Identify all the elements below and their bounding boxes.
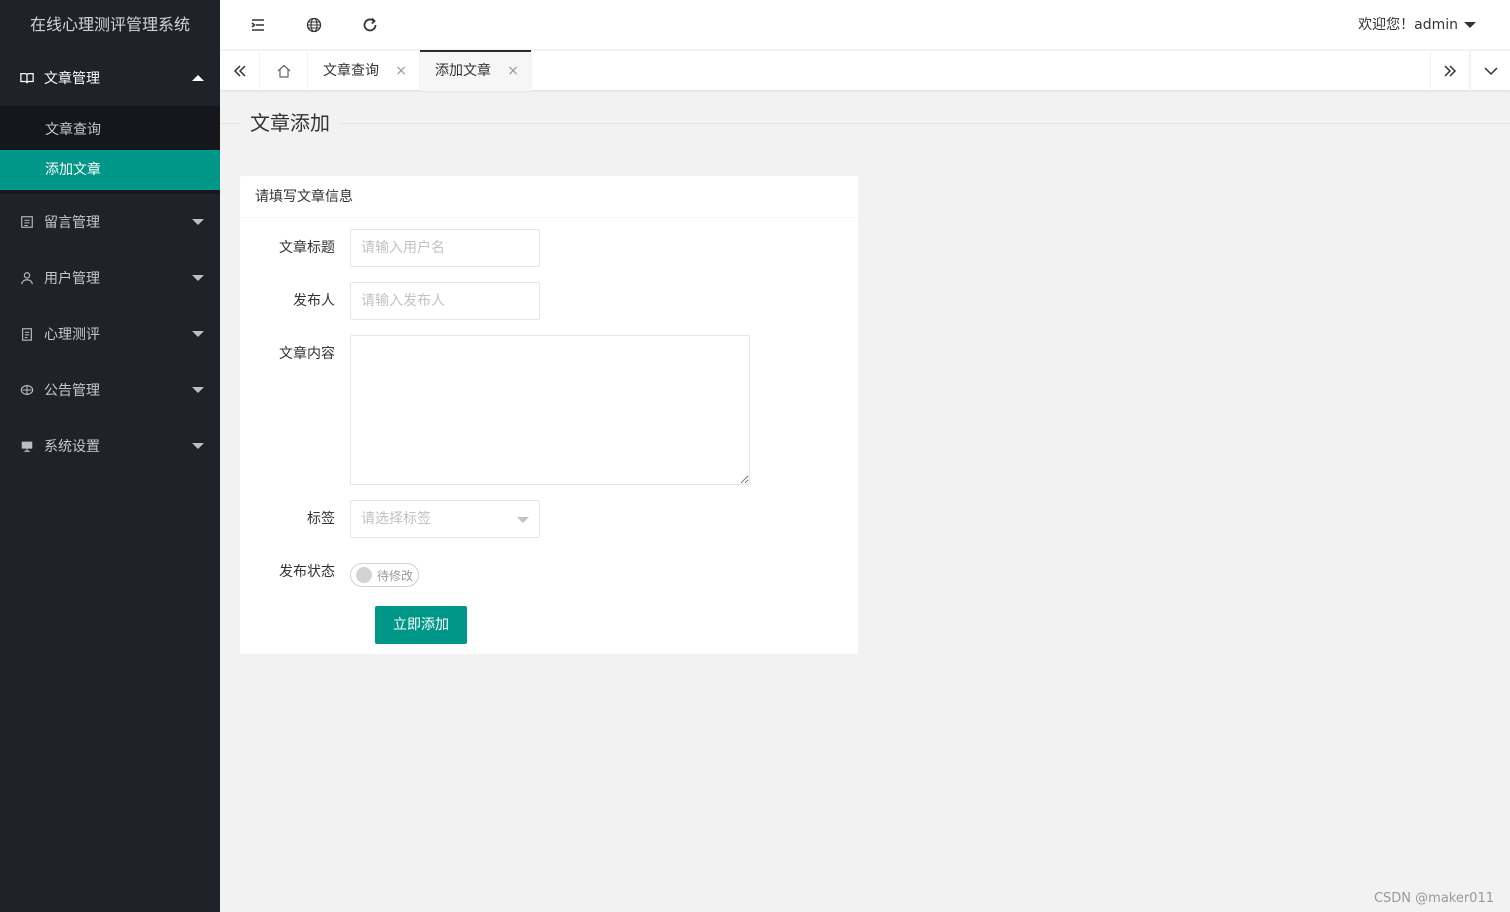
tabs-bar: 文章查询 × 添加文章 × (220, 50, 1510, 91)
watermark: CSDN @maker011 (1373, 891, 1494, 906)
app-title: 在线心理测评管理系统 (0, 0, 220, 50)
sidebar-item-label: 心理测评 (44, 327, 100, 343)
form-row-status: 发布状态 待修改 (240, 553, 420, 591)
author-input[interactable] (350, 282, 540, 320)
close-icon[interactable]: × (395, 51, 407, 91)
caret-down-icon (517, 517, 529, 523)
chevron-down-icon (192, 275, 204, 281)
sidebar-item-psych-assessment[interactable]: 心理测评 (0, 306, 220, 362)
title-input[interactable] (350, 229, 540, 267)
tag-select-placeholder: 请选择标签 (361, 511, 431, 527)
sidebar-item-article-management[interactable]: 文章管理 (0, 50, 220, 106)
submit-button[interactable]: 立即添加 (375, 606, 467, 644)
globe-icon[interactable] (286, 0, 342, 50)
sidebar-item-message-management[interactable]: 留言管理 (0, 194, 220, 250)
user-icon (20, 271, 34, 285)
tab-label: 添加文章 (435, 63, 491, 79)
status-toggle[interactable]: 待修改 (350, 563, 420, 587)
tab-label: 文章查询 (323, 63, 379, 79)
form-row-tag: 标签 请选择标签 (240, 500, 540, 538)
sidebar-item-label: 公告管理 (44, 383, 100, 399)
card-title: 请填写文章信息 (240, 176, 858, 218)
tag-label: 标签 (307, 511, 335, 527)
tabs-scroll-right-icon[interactable] (1430, 51, 1470, 91)
page-title: 文章添加 (240, 110, 340, 136)
title-label: 文章标题 (279, 240, 335, 256)
user-menu[interactable]: 欢迎您！admin (1358, 0, 1476, 50)
sidebar-subitem-add-article[interactable]: 添加文章 (0, 150, 220, 190)
toggle-text: 待修改 (377, 568, 414, 583)
sidebar-item-announcement-management[interactable]: 公告管理 (0, 362, 220, 418)
content-textarea[interactable] (350, 335, 750, 485)
settings-icon (20, 439, 34, 453)
main-content: 文章添加 请填写文章信息 文章标题 发布人 文章内容 标签 请选择标签 发布状态 (220, 90, 1510, 912)
chevron-down-icon (192, 331, 204, 337)
chevron-down-icon (192, 387, 204, 393)
tab-add-article[interactable]: 添加文章 × (420, 50, 532, 91)
sub-menu-article: 文章查询 添加文章 (0, 106, 220, 194)
sidebar-item-label: 用户管理 (44, 271, 100, 287)
tabs-menu-chevron-down-icon[interactable] (1470, 51, 1510, 91)
tag-select[interactable]: 请选择标签 (350, 500, 540, 538)
form-row-title: 文章标题 (240, 229, 540, 267)
nav-group-article: 文章管理 文章查询 添加文章 (0, 50, 220, 194)
content-label: 文章内容 (279, 346, 335, 362)
sidebar-item-label: 留言管理 (44, 215, 100, 231)
tabs-scroll-left-icon[interactable] (220, 51, 260, 91)
author-label: 发布人 (293, 293, 335, 309)
sidebar-item-label: 文章管理 (44, 71, 100, 87)
form-row-content: 文章内容 (240, 335, 750, 485)
menu-fold-icon[interactable] (230, 0, 286, 50)
top-header: 欢迎您！admin (220, 0, 1510, 50)
status-label: 发布状态 (279, 564, 335, 580)
message-icon (20, 215, 34, 229)
article-form-card: 请填写文章信息 文章标题 发布人 文章内容 标签 请选择标签 发布状态 待修改 (240, 176, 858, 654)
form-row-submit: 立即添加 (375, 606, 467, 644)
announcement-icon (20, 383, 34, 397)
sidebar-item-user-management[interactable]: 用户管理 (0, 250, 220, 306)
sidebar-subitem-article-query[interactable]: 文章查询 (0, 110, 220, 150)
caret-down-icon (1464, 22, 1476, 28)
sidebar-item-label: 系统设置 (44, 439, 100, 455)
sidebar: 在线心理测评管理系统 文章管理 文章查询 添加文章 留言管理 用户管理 心理测评… (0, 0, 220, 912)
form-row-author: 发布人 (240, 282, 540, 320)
sidebar-item-system-settings[interactable]: 系统设置 (0, 418, 220, 474)
chevron-down-icon (192, 443, 204, 449)
refresh-icon[interactable] (342, 0, 398, 50)
chevron-up-icon (192, 75, 204, 81)
title-divider (220, 123, 1510, 124)
user-greeting: 欢迎您！admin (1358, 17, 1458, 33)
book-icon (20, 71, 34, 85)
clipboard-icon (20, 327, 34, 341)
home-icon[interactable] (260, 51, 308, 91)
tab-list: 文章查询 × 添加文章 × (260, 50, 532, 91)
toggle-knob (356, 567, 372, 583)
chevron-down-icon (192, 219, 204, 225)
tab-article-query[interactable]: 文章查询 × (308, 51, 420, 91)
close-icon[interactable]: × (507, 51, 519, 91)
